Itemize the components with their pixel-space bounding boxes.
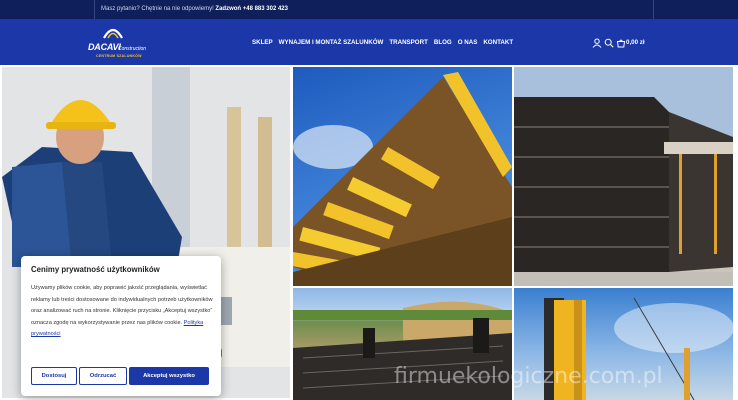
cookie-body: Używamy plików cookie, aby poprawić jako… (31, 283, 215, 341)
formwork-beams-illustration (293, 72, 512, 286)
reject-button[interactable]: Odrzucać (79, 367, 127, 385)
header-icons (592, 38, 626, 48)
logo-tagline: CENTRUM SZALUNKÓW (96, 54, 142, 58)
contact-question: Masz pytanio? Chętnie na nie odpowiemy! (101, 6, 214, 12)
nav-item-kontakt[interactable]: KONTAKT (483, 39, 513, 49)
call-label: Zadzwoń (215, 6, 242, 12)
nav-item-sklep[interactable]: SKLEP (252, 39, 273, 49)
logo-mark-icon (103, 28, 123, 39)
top-info-bar: Masz pytanio? Chętnie na nie odpowiemy! … (0, 0, 738, 19)
top-info-container: Masz pytanio? Chętnie na nie odpowiemy! … (94, 0, 654, 19)
user-icon[interactable] (592, 38, 602, 48)
watermark: firmuekologiczne.com.pl (394, 364, 663, 389)
nav-item-transport[interactable]: TRANSPORT (389, 39, 428, 49)
cart-icon[interactable] (616, 38, 626, 48)
wall-formwork-illustration (514, 67, 733, 286)
accept-all-button[interactable]: Akceptuj wszystko (129, 367, 209, 385)
cookie-consent-dialog: Cenimy prywatność użytkowników Używamy p… (21, 256, 221, 396)
top-info-text: Masz pytanio? Chętnie na nie odpowiemy! … (101, 6, 288, 12)
main-nav: SKLEP WYNAJEM I MONTAŻ SZALUNKÓW TRANSPO… (252, 39, 513, 49)
site-logo[interactable]: DACAVI Construction CENTRUM SZALUNKÓW (88, 25, 150, 61)
phone-link[interactable]: +48 883 302 423 (243, 6, 288, 12)
gallery-image-wall-formwork[interactable] (514, 67, 733, 286)
nav-item-o-nas[interactable]: O NAS (458, 39, 478, 49)
gallery-image-formwork-beams[interactable] (293, 67, 512, 286)
customize-button[interactable]: Dostosuj (31, 367, 77, 385)
cookie-title: Cenimy prywatność użytkowników (31, 265, 160, 274)
cart-total[interactable]: 0,00 zł (626, 39, 645, 46)
logo-brand-suffix: Construction (118, 46, 147, 52)
logo-brand: DACAVI (88, 42, 121, 52)
nav-item-wynajem[interactable]: WYNAJEM I MONTAŻ SZALUNKÓW (279, 39, 384, 49)
nav-item-blog[interactable]: BLOG (434, 39, 452, 49)
search-icon[interactable] (604, 38, 614, 48)
